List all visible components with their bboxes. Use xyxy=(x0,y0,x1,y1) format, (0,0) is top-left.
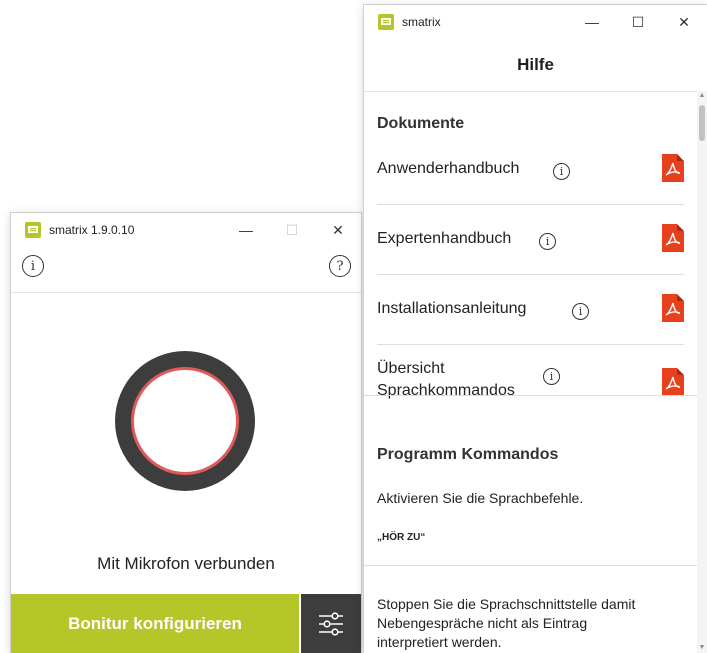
app-logo-icon xyxy=(25,222,41,238)
document-row-user-manual[interactable]: Anwenderhandbuch i xyxy=(377,135,684,205)
app-logo-icon xyxy=(378,14,394,30)
close-button[interactable]: ✕ xyxy=(315,213,361,247)
document-label-line2: Sprachkommandos xyxy=(377,382,515,399)
document-label: Installationsanleitung xyxy=(377,300,527,317)
pdf-icon[interactable] xyxy=(662,224,684,252)
command-description-line1: Stoppen Sie die Sprachschnittstelle dami… xyxy=(377,596,636,612)
maximize-button[interactable]: ☐ xyxy=(269,213,315,247)
info-icon[interactable]: i xyxy=(539,233,556,250)
settings-button[interactable] xyxy=(301,594,361,653)
settings-sliders-icon xyxy=(319,611,343,636)
document-row-expert-manual[interactable]: Expertenhandbuch i xyxy=(377,205,684,275)
window-title: smatrix xyxy=(402,15,441,29)
command-description-line3: interpretiert werden. xyxy=(377,634,502,650)
info-icon[interactable]: i xyxy=(22,255,44,277)
help-content: Dokumente Anwenderhandbuch i Expertenhan… xyxy=(364,91,697,653)
scroll-down-arrow-icon[interactable]: ▼ xyxy=(697,643,707,653)
toolbar: i ? xyxy=(11,247,361,293)
title-bar[interactable]: smatrix — ☐ ✕ xyxy=(364,5,707,39)
info-icon[interactable]: i xyxy=(543,368,560,385)
vertical-scrollbar[interactable]: ▲ ▼ xyxy=(697,91,707,653)
pdf-icon[interactable] xyxy=(662,154,684,182)
main-window: smatrix 1.9.0.10 — ☐ ✕ i ? Mit Mikrofon … xyxy=(11,213,361,653)
help-window: smatrix — ☐ ✕ Hilfe Dokumente Anwenderha… xyxy=(364,5,707,653)
command-description-line2: Nebengespräche nicht als Eintrag xyxy=(377,615,588,631)
document-label-line1: Übersicht xyxy=(377,360,445,377)
maximize-button[interactable]: ☐ xyxy=(615,5,661,39)
commands-heading: Programm Kommandos xyxy=(377,446,559,463)
microphone-indicator-icon[interactable] xyxy=(115,351,255,491)
microphone-status: Mit Mikrofon verbunden xyxy=(97,554,275,573)
info-icon[interactable]: i xyxy=(553,163,570,180)
pdf-icon[interactable] xyxy=(662,294,684,322)
microphone-indicator-inner xyxy=(131,367,239,475)
page-title: Hilfe xyxy=(364,39,707,92)
info-icon[interactable]: i xyxy=(572,303,589,320)
scroll-up-arrow-icon[interactable]: ▲ xyxy=(697,91,707,101)
close-button[interactable]: ✕ xyxy=(661,5,707,39)
pdf-icon[interactable] xyxy=(662,368,684,396)
command-description: Aktivieren Sie die Sprachbefehle. xyxy=(377,490,584,506)
document-label: Expertenhandbuch xyxy=(377,230,512,247)
section-divider xyxy=(364,565,697,566)
section-divider xyxy=(364,395,697,396)
document-label: Anwenderhandbuch xyxy=(377,160,520,177)
minimize-button[interactable]: — xyxy=(223,213,269,247)
window-title: smatrix 1.9.0.10 xyxy=(49,223,135,237)
command-phrase: „HÖR ZU“ xyxy=(377,532,426,543)
configure-button[interactable]: Bonitur konfigurieren xyxy=(11,594,299,653)
help-icon[interactable]: ? xyxy=(329,255,351,277)
title-bar[interactable]: smatrix 1.9.0.10 — ☐ ✕ xyxy=(11,213,361,247)
scroll-thumb[interactable] xyxy=(699,105,705,141)
document-row-voice-commands[interactable]: Übersicht Sprachkommandos i xyxy=(377,344,684,399)
document-row-installation-guide[interactable]: Installationsanleitung i xyxy=(377,275,684,345)
documents-heading: Dokumente xyxy=(377,115,465,132)
minimize-button[interactable]: — xyxy=(569,5,615,39)
